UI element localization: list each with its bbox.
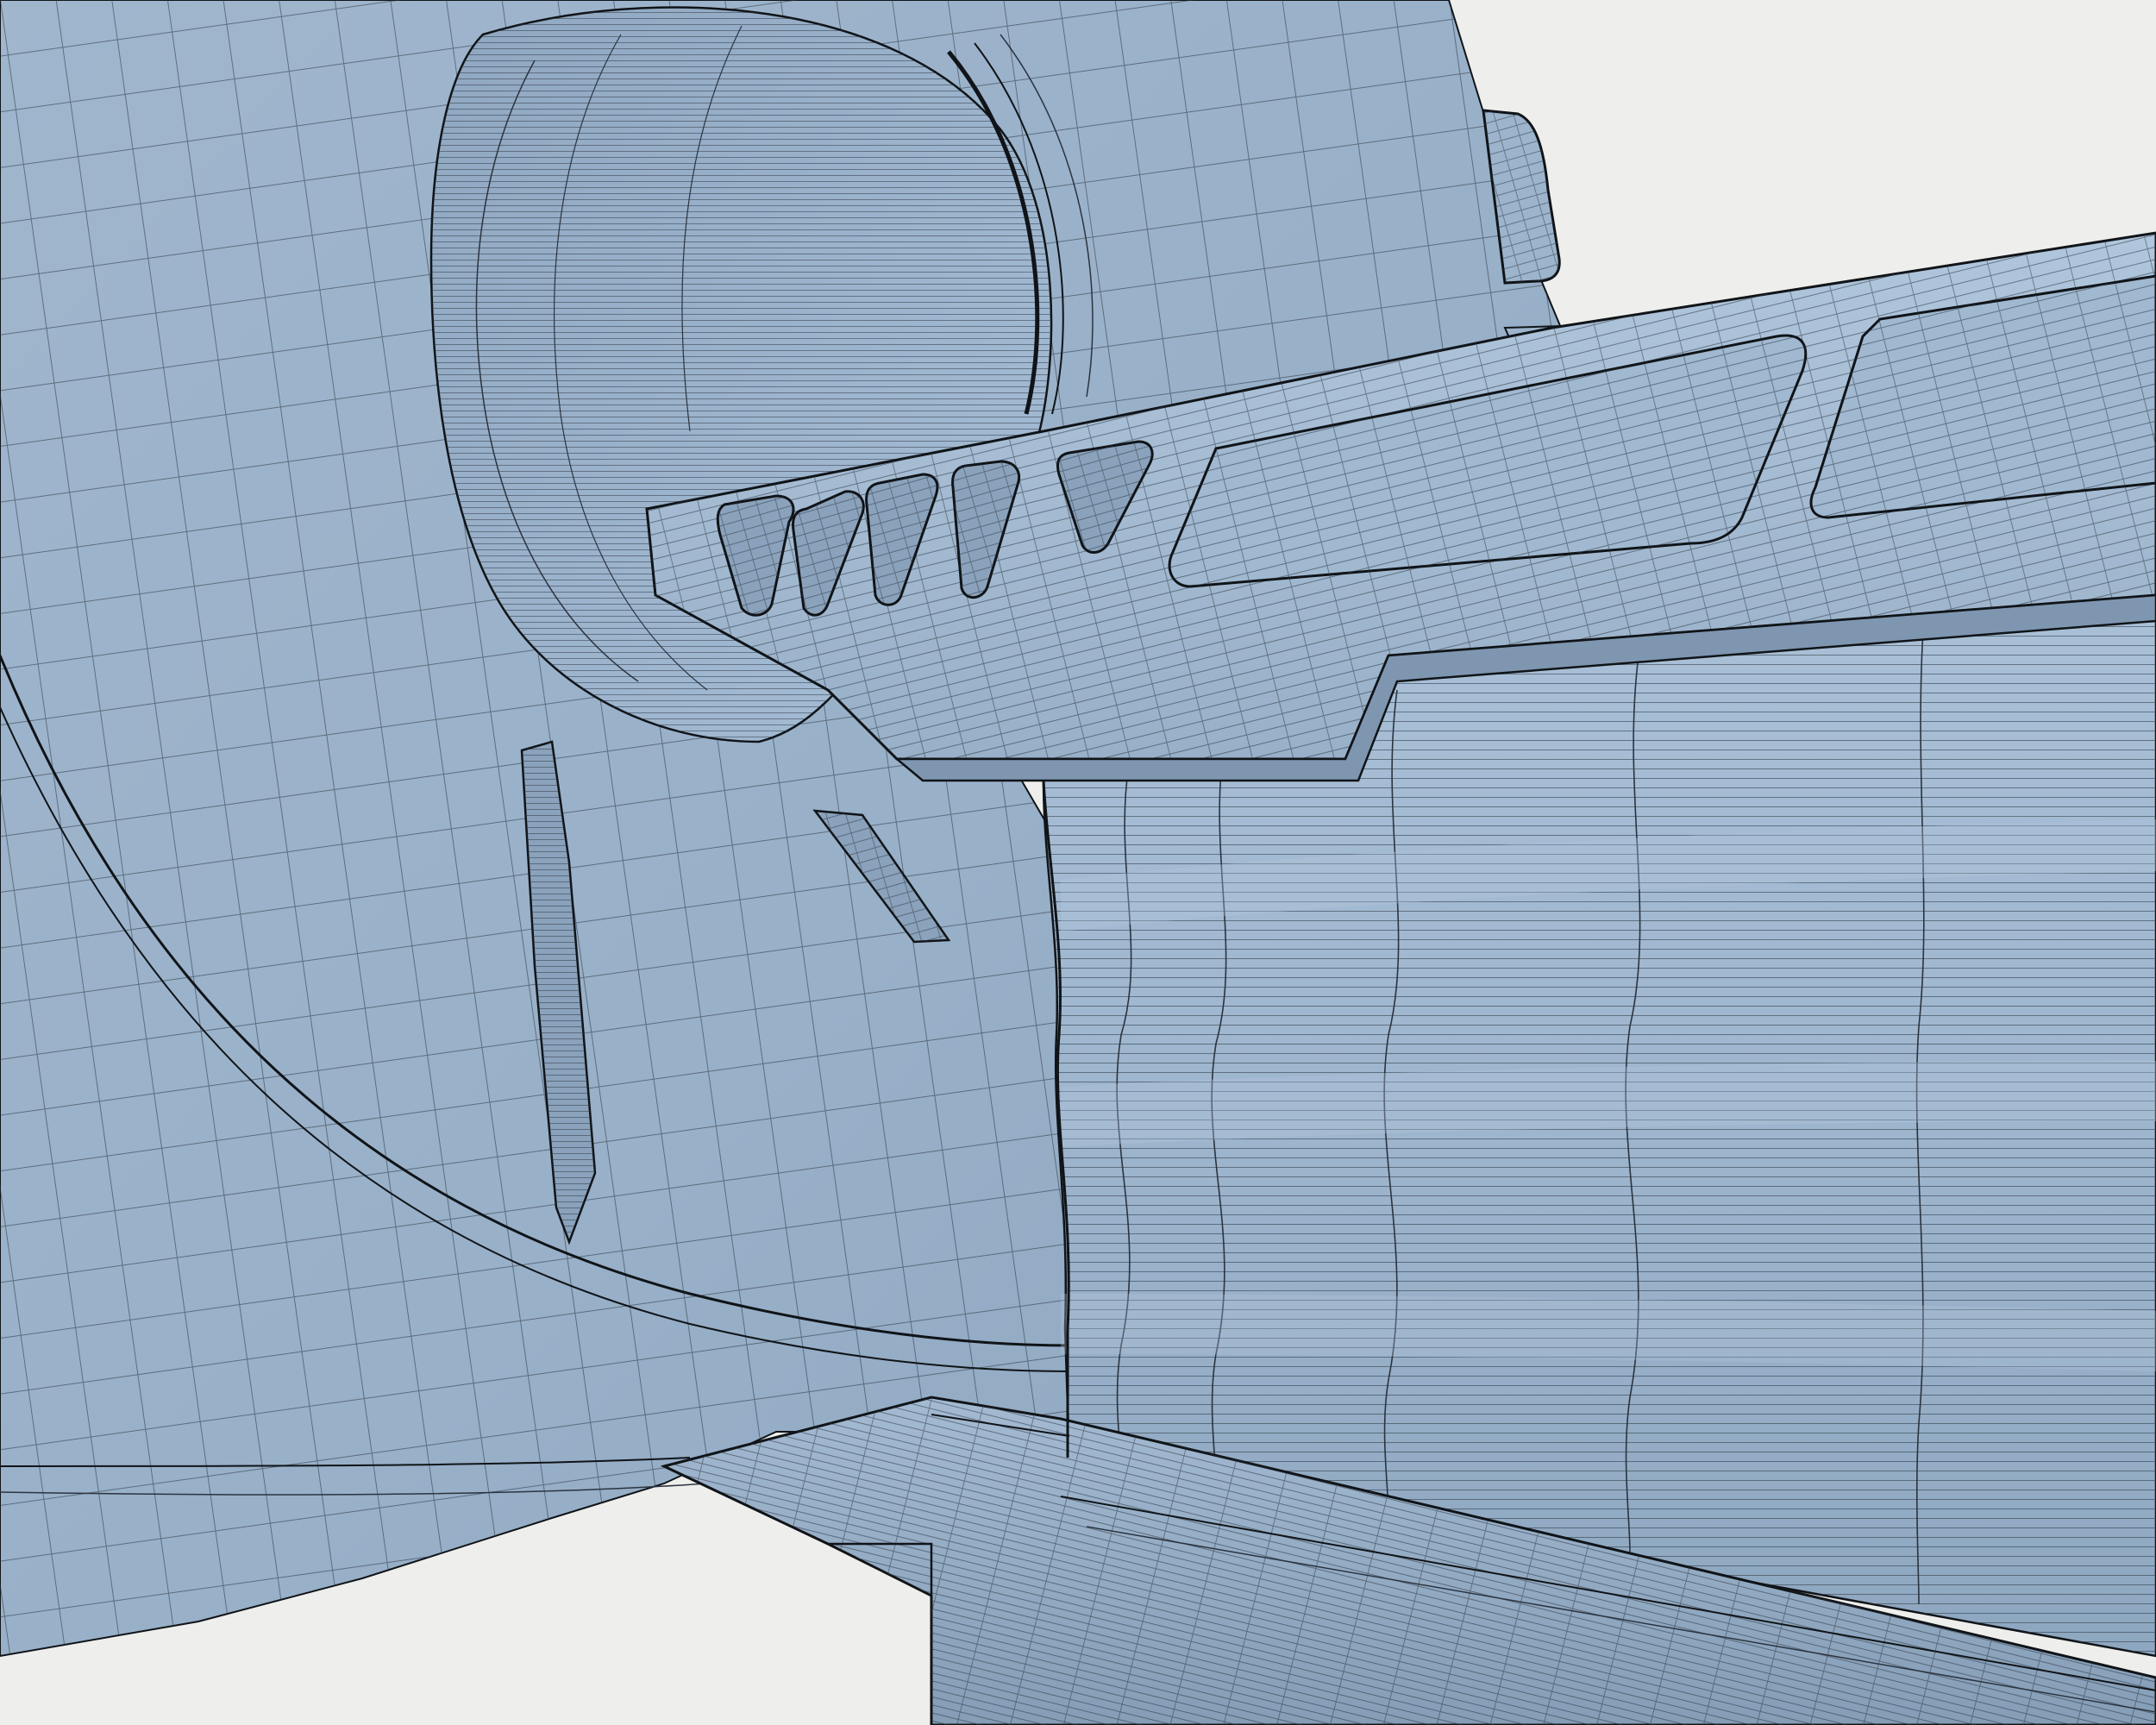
render-viewport: [0, 0, 2156, 1725]
mesh-render: [0, 0, 2156, 1725]
